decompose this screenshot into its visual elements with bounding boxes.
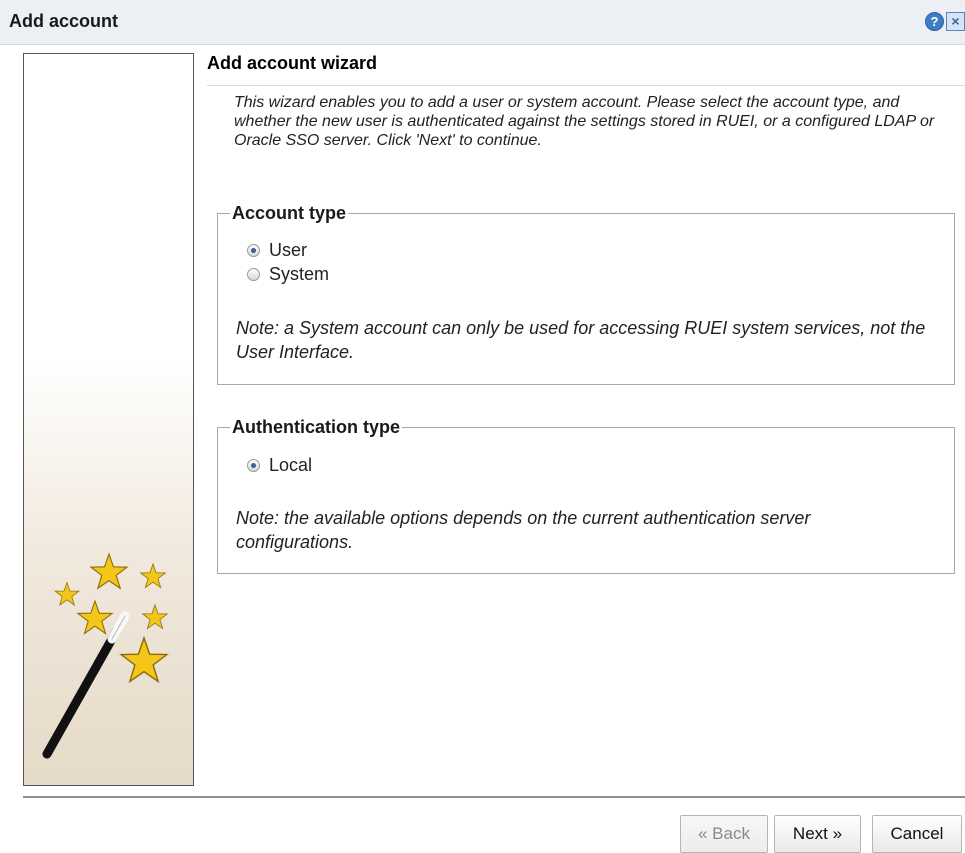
wizard-header: Add account wizard: [207, 53, 378, 73]
header-divider: [207, 85, 965, 86]
help-icon[interactable]: ?: [925, 12, 944, 31]
authentication-type-note: Note: the available options depends on t…: [236, 508, 811, 552]
cancel-button[interactable]: Cancel: [872, 815, 962, 853]
close-icon[interactable]: ×: [946, 12, 965, 31]
footer-divider: [23, 796, 965, 798]
radio-user[interactable]: User: [247, 239, 307, 261]
back-button[interactable]: « Back: [680, 815, 768, 853]
magic-wand-icon: [42, 553, 169, 759]
next-button[interactable]: Next »: [774, 815, 861, 853]
dialog-titlebar: Add account ? ×: [0, 0, 965, 45]
wizard-intro-text: This wizard enables you to add a user or…: [234, 94, 935, 149]
radio-local[interactable]: Local: [247, 454, 312, 476]
radio-icon[interactable]: [247, 458, 260, 472]
radio-user-label[interactable]: User: [269, 240, 307, 261]
radio-icon[interactable]: [247, 267, 260, 281]
dialog-title: Add account: [9, 11, 119, 31]
radio-local-label[interactable]: Local: [269, 455, 312, 476]
account-type-legend: Account type: [232, 203, 347, 223]
account-type-note: Note: a System account can only be used …: [236, 318, 926, 362]
radio-icon[interactable]: [247, 243, 260, 257]
radio-system-label[interactable]: System: [269, 264, 329, 285]
radio-system[interactable]: System: [247, 263, 329, 285]
authentication-type-legend: Authentication type: [232, 417, 401, 437]
